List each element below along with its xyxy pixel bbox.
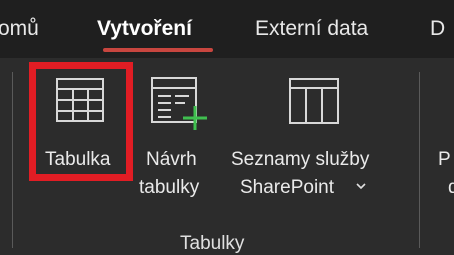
table-design-button[interactable]: Návrh tabulky bbox=[136, 70, 218, 210]
partial-command-label-line2: d bbox=[448, 177, 454, 198]
group-divider-right bbox=[419, 72, 420, 248]
tab-home-partial[interactable]: omů bbox=[0, 17, 39, 41]
group-divider-left bbox=[12, 72, 13, 248]
partial-command-button[interactable]: P d bbox=[432, 70, 454, 210]
sharepoint-lists-label-line1: Seznamy služby bbox=[231, 149, 370, 170]
table-design-label-line1: Návrh bbox=[146, 149, 197, 170]
sharepoint-lists-label-line2: SharePoint bbox=[240, 177, 335, 198]
sharepoint-lists-button[interactable]: Seznamy služby SharePoint bbox=[229, 70, 401, 210]
tab-external-data[interactable]: Externí data bbox=[255, 17, 368, 41]
sharepoint-list-icon bbox=[289, 78, 339, 124]
table-design-label-line2: tabulky bbox=[139, 177, 200, 198]
tab-database-partial[interactable]: D bbox=[430, 17, 445, 41]
access-ribbon: omů Vytvoření Externí data D Tabulka Náv… bbox=[0, 0, 454, 255]
active-tab-indicator bbox=[103, 48, 213, 52]
chevron-down-icon bbox=[356, 182, 366, 190]
tables-group-label: Tabulky bbox=[180, 233, 245, 254]
tab-create[interactable]: Vytvoření bbox=[97, 17, 192, 41]
table-design-icon bbox=[151, 76, 211, 132]
highlight-box bbox=[29, 62, 133, 181]
partial-command-label-line1: P bbox=[438, 149, 451, 170]
